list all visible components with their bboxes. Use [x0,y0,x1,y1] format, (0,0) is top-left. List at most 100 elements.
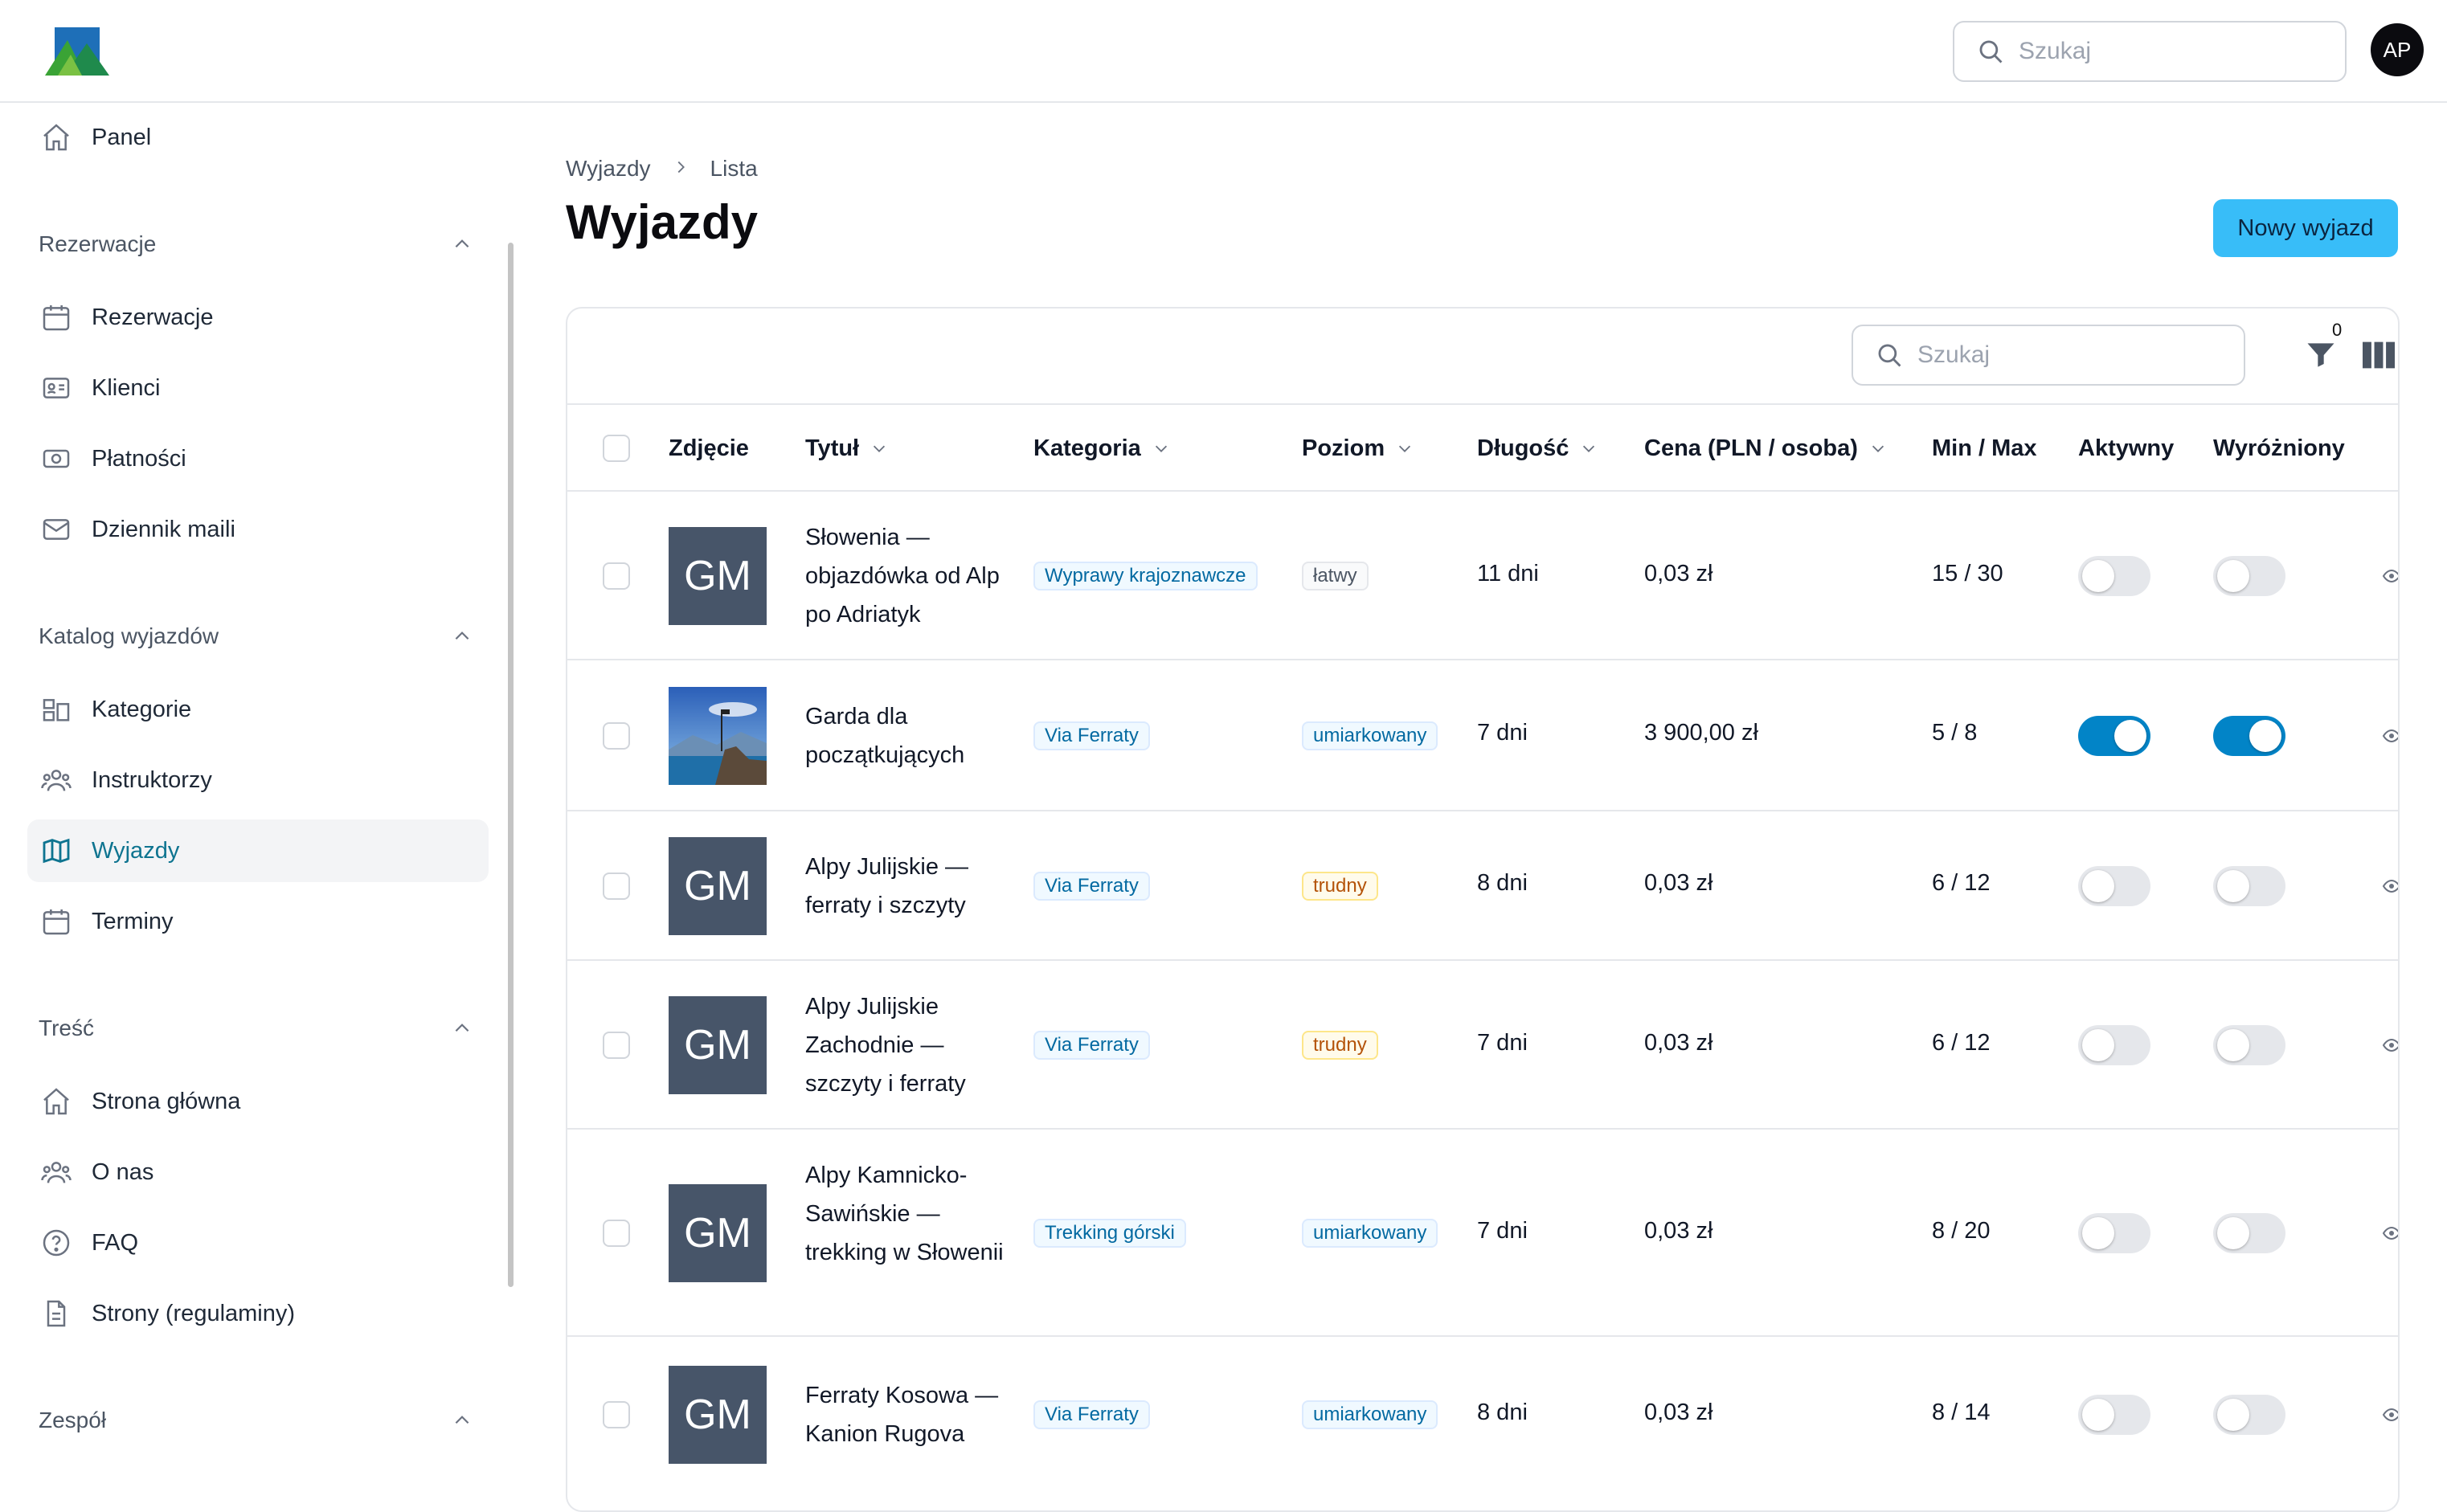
breadcrumb-item-wyjazdy[interactable]: Wyjazdy [566,156,651,182]
row-checkbox[interactable] [603,1220,630,1247]
envelope-icon [39,512,74,547]
row-checkbox[interactable] [603,562,630,590]
sidebar-item-dziennik-maili[interactable]: Dziennik maili [27,498,489,561]
eye-icon[interactable] [2382,1224,2400,1243]
trip-minmax: 5 / 8 [1932,720,1978,746]
calendar-icon [39,904,74,939]
table-row[interactable]: GM Słowenia — objazdówka od Alp po Adria… [567,492,2398,660]
search-placeholder: Szukaj [2019,38,2092,64]
chevron-down-icon [1399,445,1411,452]
trip-price: 0,03 zł [1644,870,1713,896]
main-content: Wyjazdy Lista Wyjazdy Nowy wyjazd Szukaj… [522,104,2447,1512]
table-row[interactable]: GM Alpy Julijskie Zachodnie — szczyty i … [567,961,2398,1130]
trip-price: 0,03 zł [1644,1400,1713,1425]
avatar[interactable]: AP [2371,23,2424,76]
sidebar-item-klienci[interactable]: Klienci [27,357,489,419]
featured-toggle[interactable] [2213,1395,2285,1435]
active-toggle[interactable] [2078,1025,2150,1065]
sidebar-item-panel[interactable]: Panel [27,106,489,169]
sidebar-item-instruktorzy[interactable]: Instruktorzy [27,749,489,811]
top-bar: Szukaj AP [0,0,2447,103]
sidebar-group-katalog[interactable]: Katalog wyjazdów [39,623,473,649]
active-toggle[interactable] [2078,556,2150,596]
eye-icon[interactable] [2382,726,2400,746]
column-header-price[interactable]: Cena (PLN / osoba) [1644,405,1887,492]
eye-icon[interactable] [2382,1036,2400,1055]
table-row[interactable]: GM Ferraty Kosowa — Kanion Rugova Via Fe… [567,1337,2400,1510]
row-checkbox[interactable] [603,722,630,750]
sidebar-item-label: Klienci [92,374,161,401]
sidebar-group-zespol[interactable]: Zespół [39,1408,473,1433]
active-toggle[interactable] [2078,1213,2150,1253]
column-label: Wyróżniony [2213,435,2345,461]
trip-thumbnail: GM [669,837,767,935]
sidebar-item-wyjazdy[interactable]: Wyjazdy [27,819,489,882]
new-trip-button[interactable]: Nowy wyjazd [2213,199,2398,257]
column-header-level[interactable]: Poziom [1302,405,1414,492]
eye-icon[interactable] [2382,566,2400,586]
sidebar-item-label: Rezerwacje [92,304,214,330]
featured-toggle[interactable] [2213,1213,2285,1253]
trip-length: 7 dni [1477,720,1528,746]
column-label: Min / Max [1932,435,2037,461]
sidebar-item-o-nas[interactable]: O nas [27,1141,489,1203]
row-checkbox[interactable] [603,1401,630,1428]
trip-title: Alpy Julijskie Zachodnie — szczyty i fer… [805,994,966,1097]
sidebar-item-terminy[interactable]: Terminy [27,890,489,953]
level-badge: łatwy [1302,562,1369,590]
eye-icon[interactable] [2382,1405,2400,1424]
sidebar-item-label: O nas [92,1159,154,1185]
question-icon [39,1225,74,1261]
active-toggle[interactable] [2078,716,2150,756]
sidebar-scrollbar[interactable] [508,243,514,1287]
trip-title: Alpy Kamnicko-Sawińskie — trekking w Sło… [805,1163,1004,1265]
trip-length: 8 dni [1477,1400,1528,1425]
sidebar-group-tresc[interactable]: Treść [39,1015,473,1041]
document-icon [39,1296,74,1331]
featured-toggle[interactable] [2213,866,2285,906]
sidebar: Panel Rezerwacje Rezerwacje Klienci Płat… [0,104,522,1434]
featured-toggle[interactable] [2213,716,2285,756]
featured-toggle[interactable] [2213,1025,2285,1065]
row-checkbox[interactable] [603,1032,630,1059]
select-all-checkbox[interactable] [603,435,630,462]
sidebar-item-strony[interactable]: Strony (regulaminy) [27,1282,489,1345]
level-badge: trudny [1302,1031,1378,1060]
table-row[interactable]: GM Alpy Kamnicko-Sawińskie — trekking w … [567,1130,2398,1337]
search-icon [1878,344,1901,367]
trip-length: 11 dni [1477,561,1539,586]
column-header-length[interactable]: Długość [1477,405,1598,492]
category-badge: Trekking górski [1033,1219,1186,1248]
sidebar-item-rezerwacje[interactable]: Rezerwacje [27,286,489,349]
column-header-title[interactable]: Tytuł [805,405,888,492]
active-toggle[interactable] [2078,1395,2150,1435]
sidebar-item-faq[interactable]: FAQ [27,1212,489,1274]
row-checkbox[interactable] [603,872,630,900]
table-row[interactable]: Garda dla początkujących Via Ferraty umi… [567,660,2398,811]
sidebar-item-strona-glowna[interactable]: Strona główna [27,1070,489,1133]
global-search-input[interactable]: Szukaj [1953,21,2347,82]
logo[interactable] [43,26,111,77]
sidebar-item-platnosci[interactable]: Płatności [27,427,489,490]
active-toggle[interactable] [2078,866,2150,906]
column-label: Poziom [1302,435,1385,461]
eye-icon[interactable] [2382,877,2400,896]
sidebar-item-label: Strona główna [92,1088,241,1114]
column-label: Aktywny [2078,435,2175,461]
sidebar-item-label: Instruktorzy [92,766,212,793]
chevron-up-icon [455,1024,469,1032]
sidebar-item-label: Płatności [92,445,186,472]
filter-icon[interactable] [2303,337,2339,373]
sidebar-group-rezerwacje[interactable]: Rezerwacje [39,231,473,257]
trip-minmax: 15 / 30 [1932,561,2003,586]
featured-toggle[interactable] [2213,556,2285,596]
chevron-down-icon [1872,445,1884,452]
columns-icon[interactable] [2361,339,2396,371]
table-search-input[interactable]: Szukaj [1852,325,2245,386]
home-icon [39,120,74,155]
column-header-category[interactable]: Kategoria [1033,405,1170,492]
table-row[interactable]: GM Alpy Julijskie — ferraty i szczyty Vi… [567,811,2398,961]
filter-count-badge: 0 [2332,320,2343,340]
trip-title: Alpy Julijskie — ferraty i szczyty [805,854,969,918]
sidebar-item-kategorie[interactable]: Kategorie [27,678,489,741]
